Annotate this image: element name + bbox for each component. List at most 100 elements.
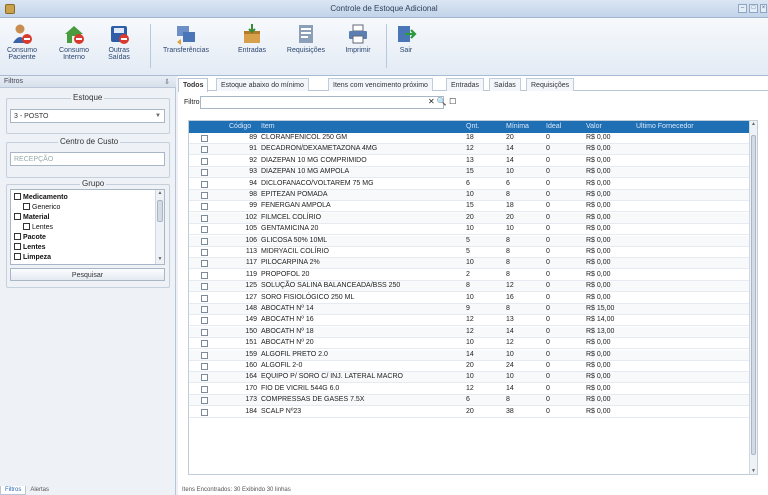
- table-row[interactable]: 106 GLICOSA 50% 10ML 5 8 0 R$ 0,00: [189, 235, 751, 247]
- col-valor[interactable]: Valor: [586, 123, 602, 130]
- table-row[interactable]: 92 DIAZEPAN 10 MG COMPRIMIDO 13 14 0 R$ 0,00: [189, 156, 751, 167]
- row-checkbox[interactable]: [201, 340, 208, 348]
- row-checkbox[interactable]: [201, 237, 208, 245]
- filter-tools[interactable]: ✕ 🔍 ☐: [428, 97, 456, 106]
- row-checkbox[interactable]: [201, 328, 208, 336]
- col-item[interactable]: Item: [261, 123, 275, 130]
- row-checkbox[interactable]: [201, 306, 208, 313]
- col-qnt[interactable]: Qnt.: [466, 123, 479, 130]
- table-row[interactable]: 102 FILMCEL COLÍRIO 20 20 0 R$ 0,00: [189, 212, 751, 224]
- checkbox[interactable]: [14, 233, 21, 240]
- col-ideal[interactable]: Ideal: [546, 123, 561, 130]
- tab-filtros[interactable]: Filtros: [0, 486, 27, 495]
- table-row[interactable]: 89 CLORANFENICOL 250 GM 18 20 0 R$ 0,00: [189, 133, 751, 144]
- outras-saidas-button[interactable]: Outras Saídas: [101, 21, 137, 73]
- checkbox[interactable]: [23, 223, 30, 230]
- row-checkbox[interactable]: [201, 397, 208, 405]
- scroll-thumb[interactable]: [157, 200, 163, 222]
- row-checkbox[interactable]: [201, 260, 208, 268]
- col-ultimo-fornecedor[interactable]: Ultimo Fornecedor: [636, 123, 694, 130]
- row-checkbox[interactable]: [201, 157, 208, 165]
- consumo-paciente-button[interactable]: Consumo Paciente: [2, 21, 42, 73]
- row-checkbox[interactable]: [201, 146, 208, 154]
- table-row[interactable]: 151 ABOCATH Nº 20 10 12 0 R$ 0,00: [189, 338, 751, 350]
- row-checkbox[interactable]: [201, 283, 208, 291]
- minimize-icon[interactable]: –: [738, 4, 747, 13]
- scroll-down-icon[interactable]: ▼: [750, 468, 757, 474]
- tree-item-pacote[interactable]: Pacote: [14, 233, 46, 241]
- sair-button[interactable]: Sair: [392, 21, 420, 73]
- row-checkbox[interactable]: [201, 192, 208, 199]
- filter-input[interactable]: [200, 96, 444, 109]
- row-checkbox[interactable]: [201, 214, 208, 222]
- row-checkbox[interactable]: [201, 408, 208, 416]
- requisicoes-button[interactable]: Requisições: [284, 21, 328, 73]
- table-row[interactable]: 184 SCALP Nº23 20 38 0 R$ 0,00: [189, 407, 751, 418]
- tab-entradas[interactable]: Entradas: [446, 78, 485, 91]
- table-row[interactable]: 91 DECADRON/DEXAMETAZONA 4MG 12 14 0 R$ 0,00: [189, 144, 751, 156]
- scroll-thumb[interactable]: [751, 135, 756, 455]
- row-checkbox[interactable]: [201, 135, 208, 142]
- scroll-up-icon[interactable]: ▲: [750, 121, 757, 129]
- row-checkbox[interactable]: [201, 363, 208, 370]
- scroll-down-icon[interactable]: ▼: [156, 256, 164, 264]
- table-row[interactable]: 127 SORO FISIOLÓGICO 250 ML 10 16 0 R$ 0,00: [189, 293, 751, 304]
- tree-item-lentes-sub[interactable]: Lentes: [23, 223, 53, 231]
- consumo-interno-button[interactable]: Consumo Interno: [54, 21, 94, 73]
- pesquisar-button[interactable]: Pesquisar: [10, 268, 165, 281]
- row-checkbox[interactable]: [201, 203, 208, 211]
- table-row[interactable]: 93 DIAZEPAN 10 MG AMPOLA 15 10 0 R$ 0,00: [189, 167, 751, 179]
- tab-alertas[interactable]: Alertas: [26, 486, 53, 494]
- checkbox[interactable]: [14, 243, 21, 250]
- centro-custo-input[interactable]: RECEPÇÃO: [10, 152, 165, 166]
- tree-item-medicamento[interactable]: Medicamento: [14, 193, 68, 201]
- row-checkbox[interactable]: [201, 374, 208, 382]
- tree-item-generico[interactable]: Generico: [23, 203, 60, 211]
- entradas-button[interactable]: Entradas: [232, 21, 272, 73]
- scroll-up-icon[interactable]: ▲: [156, 190, 164, 198]
- row-checkbox[interactable]: [201, 249, 208, 256]
- row-checkbox[interactable]: [201, 294, 208, 302]
- pin-icon[interactable]: ⇩: [164, 78, 170, 86]
- table-row[interactable]: 105 GENTAMICINA 20 10 10 0 R$ 0,00: [189, 224, 751, 236]
- table-row[interactable]: 99 FENERGAN AMPOLA 15 18 0 R$ 0,00: [189, 201, 751, 213]
- table-row[interactable]: 173 COMPRESSAS DE GASES 7.5X 6 8 0 R$ 0,00: [189, 395, 751, 407]
- table-row[interactable]: 148 ABOCATH Nº 14 9 8 0 R$ 15,00: [189, 304, 751, 315]
- checkbox[interactable]: [14, 253, 21, 260]
- maximize-icon[interactable]: □: [749, 4, 758, 13]
- clear-filter-icon[interactable]: ✕ 🔍 ☐: [428, 97, 456, 106]
- row-checkbox[interactable]: [201, 317, 208, 325]
- tree-item-material[interactable]: Material: [14, 213, 49, 221]
- checkbox[interactable]: [14, 213, 21, 220]
- table-row[interactable]: 113 MIDRYACIL COLÍRIO 5 8 0 R$ 0,00: [189, 247, 751, 258]
- estoque-select[interactable]: 3 - POSTO ▼: [10, 109, 165, 123]
- table-row[interactable]: 159 ALGOFIL PRETO 2.0 14 10 0 R$ 0,00: [189, 349, 751, 361]
- table-row[interactable]: 160 ALGOFIL 2-0 20 24 0 R$ 0,00: [189, 361, 751, 372]
- tree-item-limpeza[interactable]: Limpeza: [14, 253, 51, 261]
- table-row[interactable]: 149 ABOCATH Nº 16 12 13 0 R$ 14,00: [189, 315, 751, 327]
- close-icon[interactable]: ×: [760, 4, 767, 13]
- table-row[interactable]: 125 SOLUÇÃO SALINA BALANCEADA/BSS 250 8 12 0…: [189, 281, 751, 293]
- tab-requisicoes[interactable]: Requisições: [526, 78, 575, 91]
- row-checkbox[interactable]: [201, 169, 208, 177]
- table-row[interactable]: 98 EPITEZAN POMADA 10 8 0 R$ 0,00: [189, 190, 751, 201]
- tab-todos[interactable]: Todos: [178, 78, 209, 92]
- table-row[interactable]: 94 DICLOFANACO/VOLTAREM 75 MG 6 6 0 R$ 0,00: [189, 179, 751, 190]
- grid-scrollbar[interactable]: ▲ ▼: [749, 121, 757, 474]
- table-row[interactable]: 150 ABOCATH Nº 18 12 14 0 R$ 13,00: [189, 326, 751, 338]
- table-row[interactable]: 117 PILOCARPINA 2% 10 8 0 R$ 0,00: [189, 258, 751, 270]
- row-checkbox[interactable]: [201, 180, 208, 188]
- table-row[interactable]: 170 FIO DE VICRIL 544G 6.0 12 14 0 R$ 0,00: [189, 384, 751, 395]
- table-row[interactable]: 164 EQUIPO P/ SORO C/ INJ. LATERAL MACRO 1…: [189, 372, 751, 384]
- tree-item-lentes[interactable]: Lentes: [14, 243, 46, 251]
- row-checkbox[interactable]: [201, 385, 208, 393]
- col-minima[interactable]: Mínima: [506, 123, 529, 130]
- table-row[interactable]: 119 PROPOFOL 20 2 8 0 R$ 0,00: [189, 270, 751, 281]
- checkbox[interactable]: [14, 193, 21, 200]
- tree-scrollbar[interactable]: ▲ ▼: [155, 190, 164, 264]
- tab-saidas[interactable]: Saídas: [489, 78, 521, 91]
- imprimir-button[interactable]: Imprimir: [338, 21, 378, 73]
- row-checkbox[interactable]: [201, 271, 208, 279]
- checkbox[interactable]: [23, 203, 30, 210]
- tab-vencimento-proximo[interactable]: Itens com vencimento próximo: [328, 78, 433, 91]
